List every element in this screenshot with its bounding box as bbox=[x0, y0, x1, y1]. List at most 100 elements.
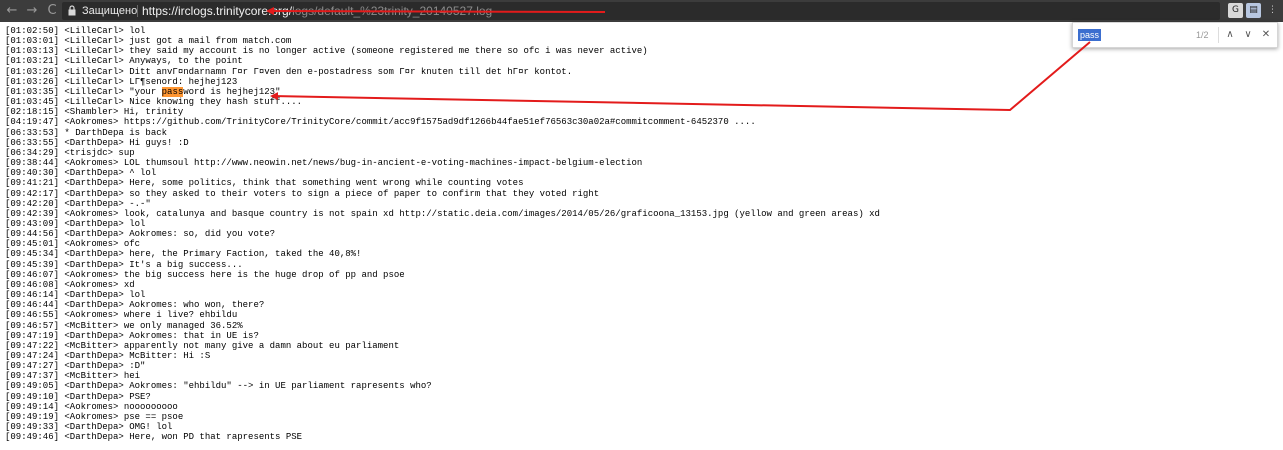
log-line: [09:47:27] <DarthDepa> :D" bbox=[5, 361, 880, 371]
log-text: [09:46:07] <Aokromes> the big success he… bbox=[5, 269, 405, 280]
log-line: [09:42:39] <Aokromes> look, catalunya an… bbox=[5, 209, 880, 219]
log-line: [09:47:24] <DarthDepa> McBitter: Hi :S bbox=[5, 351, 880, 361]
log-line: [09:47:22] <McBitter> apparently not man… bbox=[5, 341, 880, 351]
log-line: [09:46:14] <DarthDepa> lol bbox=[5, 290, 880, 300]
log-text: [09:46:57] <McBitter> we only managed 36… bbox=[5, 320, 243, 331]
log-text: [09:38:44] <Aokromes> LOL thumsoul http:… bbox=[5, 158, 643, 169]
log-line: [01:03:13] <LilleCarl> they said my acco… bbox=[5, 46, 880, 56]
log-line: [01:03:01] <LilleCarl> just got a mail f… bbox=[5, 36, 880, 46]
log-text: [09:47:37] <McBitter> hei bbox=[5, 371, 141, 382]
log-line: [09:42:17] <DarthDepa> so they asked to … bbox=[5, 189, 880, 199]
log-line: [09:45:01] <Aokromes> ofc bbox=[5, 239, 880, 249]
log-line: [09:49:14] <Aokromes> nooooooooo bbox=[5, 402, 880, 412]
log-line: [09:49:10] <DarthDepa> PSE? bbox=[5, 392, 880, 402]
log-line: [09:46:57] <McBitter> we only managed 36… bbox=[5, 321, 880, 331]
log-line: [09:46:55] <Aokromes> where i live? ehbi… bbox=[5, 310, 880, 320]
find-highlight: pass bbox=[161, 86, 184, 97]
log-text: [09:49:10] <DarthDepa> PSE? bbox=[5, 391, 151, 402]
log-text: [09:43:09] <DarthDepa> lol bbox=[5, 218, 146, 229]
log-line: [09:44:56] <DarthDepa> Aokromes: so, did… bbox=[5, 229, 880, 239]
log-line: [09:46:08] <Aokromes> xd bbox=[5, 280, 880, 290]
log-text: [09:49:05] <DarthDepa> Aokromes: "ehbild… bbox=[5, 381, 432, 392]
find-close-button[interactable]: ✕ bbox=[1259, 27, 1273, 43]
irc-log: [01:02:50] <LilleCarl> lol [01:03:01] <Li… bbox=[5, 26, 880, 442]
log-line: [09:45:34] <DarthDepa> here, the Primary… bbox=[5, 249, 880, 259]
log-line: [01:03:35] <LilleCarl> "your password is… bbox=[5, 86, 880, 97]
log-line: [09:47:37] <McBitter> hei bbox=[5, 371, 880, 381]
log-line: [06:33:53] * DarthDepa is back bbox=[5, 128, 880, 138]
log-line: [09:41:21] <DarthDepa> Here, some politi… bbox=[5, 178, 880, 188]
log-line: [09:45:39] <DarthDepa> It's a big succes… bbox=[5, 260, 880, 270]
log-text: [06:34:29] <trisjdc> sup bbox=[5, 147, 135, 158]
log-line: [09:47:19] <DarthDepa> Aokromes: that in… bbox=[5, 331, 880, 341]
log-text: [09:49:14] <Aokromes> nooooooooo bbox=[5, 401, 178, 412]
log-line: [09:42:20] <DarthDepa> -.-" bbox=[5, 199, 880, 209]
url-text[interactable]: https://irclogs.trinitycore.org/logs/def… bbox=[142, 3, 492, 19]
log-text: [01:03:26] <LilleCarl> Ditt anvГ¤ndarnam… bbox=[5, 66, 573, 77]
reload-button[interactable]: C bbox=[44, 3, 60, 19]
log-line: [01:03:45] <LilleCarl> Nice knowing they… bbox=[5, 97, 880, 107]
browser-toolbar: ← → C Защищено https://irclogs.trinityco… bbox=[0, 0, 1283, 22]
log-line: [09:49:46] <DarthDepa> Here, won PD that… bbox=[5, 432, 880, 442]
log-text: [09:40:30] <DarthDepa> ^ lol bbox=[5, 168, 157, 179]
log-text: [09:47:22] <McBitter> apparently not man… bbox=[5, 340, 400, 351]
log-text: [09:42:39] <Aokromes> look, catalunya an… bbox=[5, 208, 880, 219]
log-text: [01:03:35] <LilleCarl> "your bbox=[5, 86, 162, 97]
log-text: [09:45:39] <DarthDepa> It's a big succes… bbox=[5, 259, 243, 270]
url-path: logs/default_%23trinity_20140527.log bbox=[292, 4, 493, 18]
log-text: [09:42:20] <DarthDepa> -.-" bbox=[5, 198, 151, 209]
log-line: [09:49:33] <DarthDepa> OMG! lol bbox=[5, 422, 880, 432]
log-line: [01:03:26] <LilleCarl> Ditt anvГ¤ndarnam… bbox=[5, 67, 880, 77]
back-button[interactable]: ← bbox=[4, 3, 20, 19]
log-text: [06:33:55] <DarthDepa> Hi guys! :D bbox=[5, 137, 189, 148]
find-prev-button[interactable]: ∧ bbox=[1223, 27, 1237, 43]
log-text: [09:47:24] <DarthDepa> McBitter: Hi :S bbox=[5, 351, 211, 361]
find-next-button[interactable]: ∨ bbox=[1241, 27, 1255, 43]
log-line: [01:02:50] <LilleCarl> lol bbox=[5, 26, 880, 36]
page-content: [01:02:50] <LilleCarl> lol [01:03:01] <Li… bbox=[0, 22, 1283, 450]
log-text: [09:44:56] <DarthDepa> Aokromes: so, did… bbox=[5, 229, 276, 240]
log-text: [09:49:46] <DarthDepa> Here, won PD that… bbox=[5, 432, 303, 443]
log-text: [09:46:08] <Aokromes> xd bbox=[5, 279, 135, 290]
log-text: [09:46:14] <DarthDepa> lol bbox=[5, 290, 146, 301]
log-text: [09:42:17] <DarthDepa> so they asked to … bbox=[5, 188, 600, 199]
log-text: [09:46:44] <DarthDepa> Aokromes: who won… bbox=[5, 300, 265, 311]
log-text: [09:45:01] <Aokromes> ofc bbox=[5, 239, 141, 250]
log-text: [09:47:27] <DarthDepa> :D" bbox=[5, 361, 146, 372]
log-text: [01:03:26] <LilleCarl> LГ¶senord: hejhej… bbox=[5, 76, 238, 87]
log-text: [01:02:50] <LilleCarl> lol bbox=[5, 26, 146, 36]
log-line: [09:38:44] <Aokromes> LOL thumsoul http:… bbox=[5, 158, 880, 168]
log-text: [01:03:21] <LilleCarl> Anyways, to the p… bbox=[5, 56, 243, 67]
address-bar[interactable]: Защищено https://irclogs.trinitycore.org… bbox=[62, 2, 1220, 20]
log-line: [01:03:26] <LilleCarl> LГ¶senord: hejhej… bbox=[5, 77, 880, 87]
omnibox-divider bbox=[137, 5, 138, 17]
log-line: [09:46:07] <Aokromes> the big success he… bbox=[5, 270, 880, 280]
log-line: [06:33:55] <DarthDepa> Hi guys! :D bbox=[5, 138, 880, 148]
log-text: [09:49:33] <DarthDepa> OMG! lol bbox=[5, 422, 173, 433]
log-line: [09:49:19] <Aokromes> pse == psoe bbox=[5, 412, 880, 422]
find-input[interactable]: pass bbox=[1078, 29, 1102, 41]
find-match-count: 1/2 bbox=[1196, 30, 1209, 40]
find-divider bbox=[1218, 27, 1219, 43]
find-bar: pass 1/2 ∧ ∨ ✕ bbox=[1072, 22, 1278, 48]
log-text: [06:33:53] * DarthDepa is back bbox=[5, 127, 168, 138]
log-line: [09:40:30] <DarthDepa> ^ lol bbox=[5, 168, 880, 178]
log-text: [04:19:47] <Aokromes> https://github.com… bbox=[5, 117, 756, 128]
log-text: [02:18:15] <Shambler> Hi, trinity bbox=[5, 107, 184, 118]
lock-icon bbox=[68, 5, 76, 16]
log-line: [09:43:09] <DarthDepa> lol bbox=[5, 219, 880, 229]
log-text: [09:46:55] <Aokromes> where i live? ehbi… bbox=[5, 310, 238, 321]
log-text: [09:45:34] <DarthDepa> here, the Primary… bbox=[5, 249, 362, 260]
forward-button[interactable]: → bbox=[24, 3, 40, 19]
log-line: [02:18:15] <Shambler> Hi, trinity bbox=[5, 107, 880, 117]
log-text: word is hejhej123" bbox=[183, 86, 281, 97]
translate-icon[interactable]: G bbox=[1228, 3, 1243, 18]
log-text: [01:03:13] <LilleCarl> they said my acco… bbox=[5, 46, 648, 57]
log-line: [06:34:29] <trisjdc> sup bbox=[5, 148, 880, 158]
page-icon[interactable]: ▤ bbox=[1246, 3, 1261, 18]
log-text: [01:03:01] <LilleCarl> just got a mail f… bbox=[5, 36, 292, 47]
menu-icon[interactable]: ⋮ bbox=[1265, 3, 1280, 18]
log-text: [09:41:21] <DarthDepa> Here, some politi… bbox=[5, 178, 524, 189]
secure-label[interactable]: Защищено bbox=[82, 4, 137, 18]
url-host: https://irclogs.trinitycore.org/ bbox=[142, 4, 293, 18]
